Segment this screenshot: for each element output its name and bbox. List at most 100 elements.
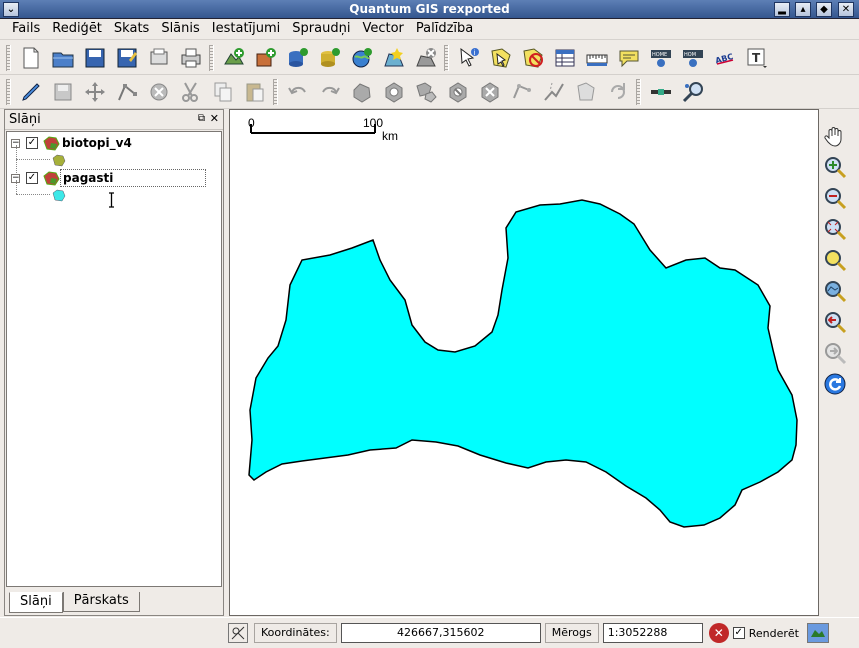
cut-features-icon[interactable] <box>176 77 206 107</box>
move-feature-icon[interactable] <box>80 77 110 107</box>
menu-rediget[interactable]: Rediģēt <box>46 19 108 39</box>
toolbar-grip[interactable] <box>6 44 11 71</box>
gps-tool-icon[interactable] <box>646 77 676 107</box>
window-menu-icon[interactable]: ⌄ <box>3 2 19 17</box>
add-vector-layer-icon[interactable] <box>219 43 249 73</box>
legend-swatch-icon <box>52 189 66 202</box>
add-island-icon[interactable] <box>411 77 441 107</box>
merge-features-icon[interactable] <box>571 77 601 107</box>
toggle-editing-icon[interactable] <box>16 77 46 107</box>
add-postgis-layer-icon[interactable] <box>283 43 313 73</box>
refresh-icon[interactable] <box>821 368 849 399</box>
delete-ring-icon[interactable] <box>443 77 473 107</box>
toolbar-grip-2[interactable] <box>209 44 214 71</box>
remove-layer-icon[interactable] <box>411 43 441 73</box>
layer-visibility-checkbox[interactable]: ✓ <box>26 137 38 149</box>
delete-selected-icon[interactable] <box>144 77 174 107</box>
legend-symbol-pagasti <box>51 186 67 204</box>
zoom-to-selection-icon[interactable] <box>821 244 849 275</box>
zoom-in-icon[interactable] <box>821 151 849 182</box>
restore-icon[interactable]: ◆ <box>816 2 832 17</box>
maximize-icon[interactable]: ▴ <box>795 2 811 17</box>
svg-text:HOM: HOM <box>684 52 696 58</box>
window-titlebar: ⌄ Quantum GIS rexported ▂ ▴ ◆ ✕ <box>0 0 859 19</box>
pan-hand-icon[interactable] <box>821 120 849 151</box>
identify-icon[interactable]: i <box>454 43 484 73</box>
map-layer-pagasti[interactable] <box>248 199 798 528</box>
deselect-icon[interactable] <box>518 43 548 73</box>
open-project-icon[interactable] <box>48 43 78 73</box>
digitizing-toolbar <box>0 75 859 109</box>
undo-icon[interactable] <box>283 77 313 107</box>
add-spatialite-layer-icon[interactable] <box>315 43 345 73</box>
delete-part-icon[interactable] <box>475 77 505 107</box>
menu-skats[interactable]: Skats <box>108 19 155 39</box>
layer-name-selected[interactable]: pagasti <box>60 169 206 187</box>
toggle-extents-icon[interactable] <box>228 623 248 643</box>
print-icon[interactable] <box>176 43 206 73</box>
rotate-point-symbols-icon[interactable] <box>603 77 633 107</box>
simplify-feature-icon[interactable] <box>347 77 377 107</box>
label-tool-icon[interactable]: ABC <box>710 43 740 73</box>
map-svg: 0 100 km <box>248 116 798 528</box>
tree-connector <box>16 180 17 194</box>
close-icon[interactable]: ✕ <box>838 2 854 17</box>
new-project-icon[interactable] <box>16 43 46 73</box>
window-title: Quantum GIS rexported <box>349 2 510 16</box>
menu-fails[interactable]: Fails <box>6 19 46 39</box>
toolbar-grip-5[interactable] <box>273 78 278 105</box>
toolbar-grip-3[interactable] <box>444 44 449 71</box>
menu-spraudni[interactable]: Spraudņi <box>286 19 356 39</box>
split-features-icon[interactable] <box>539 77 569 107</box>
close-panel-icon[interactable]: ✕ <box>210 112 219 125</box>
tab-slani[interactable]: Slāņi <box>9 592 63 613</box>
minimize-icon[interactable]: ▂ <box>774 2 790 17</box>
map-canvas[interactable]: 0 100 km <box>229 109 819 616</box>
menu-palidziba[interactable]: Palīdzība <box>410 19 479 39</box>
layer-row-pagasti[interactable]: − ✓ pagasti <box>11 169 206 187</box>
scale-field[interactable]: 1:3052288 <box>602 623 703 643</box>
save-project-icon[interactable] <box>80 43 110 73</box>
zoom-home-2-icon[interactable]: HOM <box>678 43 708 73</box>
text-annotation-icon[interactable]: T <box>742 43 772 73</box>
scale-bar-line <box>250 124 376 134</box>
tab-parskats[interactable]: Pārskats <box>62 592 140 612</box>
menu-iestatijumi[interactable]: Iestatījumi <box>206 19 287 39</box>
menu-vector[interactable]: Vector <box>356 19 409 39</box>
map-tips-icon[interactable] <box>614 43 644 73</box>
measure-line-icon[interactable] <box>582 43 612 73</box>
add-ring-icon[interactable] <box>379 77 409 107</box>
projection-icon[interactable] <box>806 623 829 643</box>
save-edits-icon[interactable] <box>48 77 78 107</box>
zoom-out-icon[interactable] <box>821 182 849 213</box>
zoom-to-layer-icon[interactable] <box>821 275 849 306</box>
zoom-next-icon[interactable] <box>821 337 849 368</box>
add-wms-layer-icon[interactable] <box>347 43 377 73</box>
toolbar-grip-6[interactable] <box>636 78 641 105</box>
layer-row-biotopi[interactable]: − ✓ biotopi_v4 <box>11 134 134 152</box>
copy-features-icon[interactable] <box>208 77 238 107</box>
redo-icon[interactable] <box>315 77 345 107</box>
zoom-home-icon[interactable]: HOME <box>646 43 676 73</box>
stop-render-icon[interactable]: ✕ <box>708 623 729 643</box>
zoom-full-icon[interactable] <box>821 213 849 244</box>
menu-slanis[interactable]: Slānis <box>155 19 205 39</box>
save-as-icon[interactable] <box>112 43 142 73</box>
render-checkbox[interactable]: ✓ <box>732 627 745 639</box>
save-image-icon[interactable] <box>144 43 174 73</box>
float-panel-icon[interactable]: ⧉ <box>198 113 205 124</box>
zoom-last-icon[interactable] <box>821 306 849 337</box>
paste-features-icon[interactable] <box>240 77 270 107</box>
layer-visibility-checkbox[interactable]: ✓ <box>26 172 38 184</box>
toolbar-grip-4[interactable] <box>6 78 11 105</box>
select-features-icon[interactable] <box>486 43 516 73</box>
add-raster-layer-icon[interactable] <box>251 43 281 73</box>
reshape-features-icon[interactable] <box>507 77 537 107</box>
attribute-table-icon[interactable] <box>550 43 580 73</box>
new-vector-layer-icon[interactable] <box>379 43 409 73</box>
zoom-plugin-icon[interactable] <box>678 77 708 107</box>
coordinates-field[interactable]: 426667,315602 <box>340 623 541 643</box>
scale-bar-zero: 0 <box>248 116 255 130</box>
statusbar: Koordinātes: 426667,315602 Mērogs 1:3052… <box>0 617 859 648</box>
node-tool-icon[interactable] <box>112 77 142 107</box>
